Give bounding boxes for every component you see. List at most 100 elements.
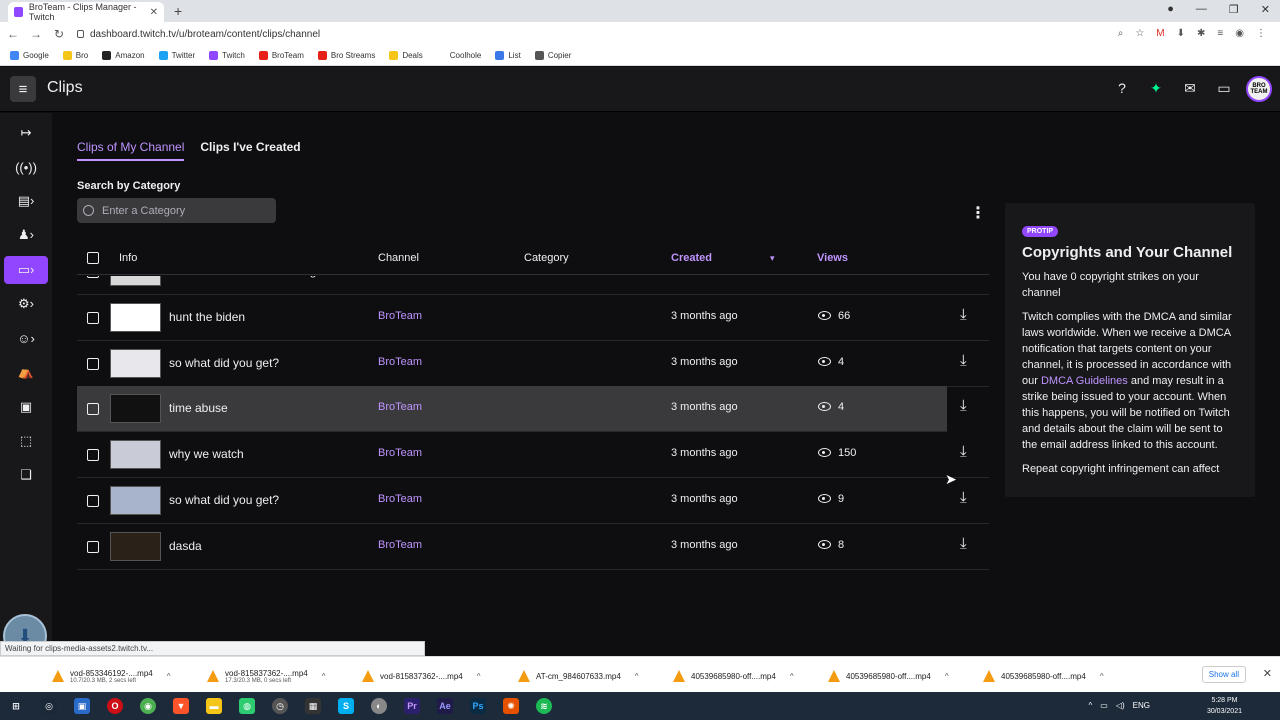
settings-icon[interactable]: ⚙› [0,290,52,318]
bookmark-item[interactable]: Twitch [209,51,245,60]
download-extension-icon[interactable]: ⬇ [1177,28,1185,39]
file-explorer-icon[interactable]: ▬ [206,698,222,714]
row-checkbox[interactable] [87,403,99,415]
content-icon[interactable]: ▭› [4,256,48,284]
hamburger-menu-icon[interactable]: ≡ [10,76,36,102]
minimize-icon[interactable]: — [1196,3,1207,16]
browser-menu-icon[interactable]: ⋮ [1256,28,1266,39]
user-avatar-icon[interactable]: ◉ [1235,28,1244,39]
windows-start-icon[interactable]: ⊞ [8,698,24,714]
table-row[interactable]: time abuse BroTeam 3 months ago 4 ⤓ [77,386,967,432]
volume-icon[interactable]: ◁) [1116,701,1125,710]
help-icon[interactable]: ? [1114,80,1130,97]
clip-title[interactable]: hunt the biden [169,310,245,324]
download-icon[interactable]: ⤓ [960,306,967,323]
flame-app-icon[interactable]: ✺ [503,698,519,714]
chevron-up-icon[interactable]: ^ [790,672,794,681]
whispers-icon[interactable]: ▭ [1216,80,1232,97]
clip-title[interactable]: time abuse [169,401,228,415]
chevron-up-icon[interactable]: ^ [945,672,949,681]
language-indicator[interactable]: ENG [1133,701,1150,710]
inbox-icon[interactable]: ✉ [1182,80,1198,97]
premiere-icon[interactable]: Pr [404,698,420,714]
row-checkbox[interactable] [87,495,99,507]
viewer-rewards-icon[interactable]: ☺› [0,324,52,352]
url-field[interactable]: dashboard.twitch.tv/u/broteam/content/cl… [77,29,320,40]
tab-clips-of-my-channel[interactable]: Clips of My Channel [77,140,185,161]
clip-thumbnail[interactable] [110,486,161,515]
table-row[interactable]: dasda BroTeam 3 months ago 8 ⤓ [77,524,989,570]
category-search-input[interactable] [102,204,262,217]
creator-dashboard-book-icon[interactable]: ❑ [0,461,52,489]
select-all-checkbox[interactable] [87,252,99,264]
insights-icon[interactable]: ▤› [0,187,52,215]
clip-thumbnail[interactable] [110,303,161,332]
brave-icon[interactable]: ▼ [173,698,189,714]
clip-thumbnail[interactable] [110,532,161,561]
tab-clips-ive-created[interactable]: Clips I've Created [200,140,300,161]
back-icon[interactable]: ← [3,27,23,41]
chevron-up-icon[interactable]: ^ [167,672,171,681]
new-tab-icon[interactable]: + [174,3,182,19]
header-created[interactable]: Created [671,252,712,264]
clip-thumbnail[interactable] [110,276,161,286]
download-item[interactable]: vod-815837362-....mp4 ^ [362,663,481,689]
download-icon[interactable]: ⤓ [960,276,967,277]
download-item[interactable]: 40539685980-off....mp4 ^ [983,663,1104,689]
gmail-icon[interactable]: M [1156,28,1164,39]
close-tab-icon[interactable]: ✕ [150,7,158,18]
bookmark-item[interactable]: Twitter [158,51,195,60]
download-item[interactable]: vod-815837362-....mp4 17.3/20.3 MB, 0 sec… [207,663,326,689]
tool-icon[interactable]: ◐ [371,698,387,714]
clip-thumbnail[interactable] [110,349,161,378]
download-icon[interactable]: ⤓ [960,443,967,460]
network-icon[interactable]: ▭ [1100,701,1108,710]
chevron-up-icon[interactable]: ^ [477,672,481,681]
close-download-shelf-icon[interactable]: ✕ [1263,667,1272,680]
bookmark-item[interactable]: List [495,51,521,60]
download-item[interactable]: 40539685980-off....mp4 ^ [828,663,949,689]
extensions-puzzle-icon[interactable]: ✱ [1197,28,1205,39]
opera-icon[interactable]: O [107,698,123,714]
bookmark-item[interactable]: BroTeam [258,51,304,60]
show-all-downloads-button[interactable]: Show all [1201,666,1246,683]
tray-overflow-icon[interactable]: ^ [1089,701,1093,710]
sort-chevron-down-icon[interactable]: ▾ [770,253,775,264]
clip-title[interactable]: Give me a man after midnight [169,276,326,278]
clip-thumbnail[interactable] [110,440,161,469]
row-checkbox[interactable] [87,358,99,370]
download-item[interactable]: 40539685980-off....mp4 ^ [673,663,794,689]
clip-channel-link[interactable]: BroTeam [378,493,422,505]
download-item[interactable]: vod-853346192-....mp4 10.7/20.3 MB, 2 sec… [52,663,171,689]
forward-icon[interactable]: → [26,27,46,41]
sync-icon[interactable]: ≡ [1217,28,1223,39]
zoom-icon[interactable]: ⌕ [1118,28,1124,39]
bookmark-item[interactable]: Google [10,51,49,60]
row-checkbox[interactable] [87,312,99,324]
prime-crown-icon[interactable]: ✦ [1148,80,1164,97]
bookmark-item[interactable]: Amazon [102,51,145,60]
row-checkbox[interactable] [87,541,99,553]
clip-channel-link[interactable]: BroTeam [378,447,422,459]
spotify-icon[interactable]: ≋ [536,698,552,714]
app-icon[interactable]: ▦ [305,698,321,714]
stream-manager-icon[interactable]: ((•)) [0,153,52,181]
chrome-icon[interactable]: ◉ [140,698,156,714]
bookmark-item[interactable]: Coolhole [436,51,481,60]
chevron-up-icon[interactable]: ^ [322,672,326,681]
close-window-icon[interactable]: ✕ [1261,3,1270,16]
clip-title[interactable]: so what did you get? [169,356,279,370]
clock[interactable]: 5:28 PM 30/03/2021 [1207,695,1242,717]
dmca-guidelines-link[interactable]: DMCA Guidelines [1041,375,1128,387]
more-options-icon[interactable]: ⋮ [970,203,986,223]
photoshop-icon[interactable]: Ps [470,698,486,714]
maximize-icon[interactable]: ❐ [1229,3,1239,16]
collapse-sidebar-icon[interactable]: ↦ [0,119,52,147]
bookmark-star-icon[interactable]: ☆ [1135,28,1144,39]
avatar[interactable]: BRO TEAM [1246,76,1272,102]
steam-icon[interactable]: ◎ [41,698,57,714]
clip-title[interactable]: so what did you get? [169,493,279,507]
clip-channel-link[interactable]: BroTeam [378,401,422,413]
bookmark-item[interactable]: Bro [62,51,88,60]
reload-icon[interactable]: ↻ [49,27,69,41]
